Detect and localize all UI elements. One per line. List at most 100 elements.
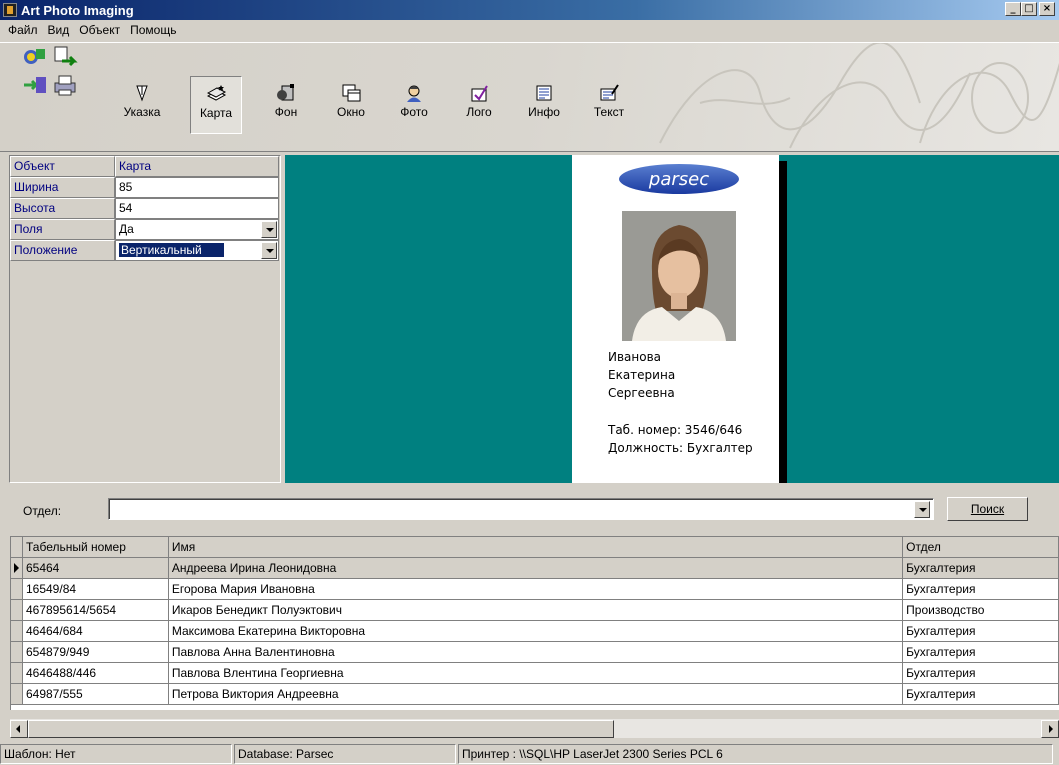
toolbar: Указка Карта Фон Окно Фото Лого Инфо Тек…: [0, 42, 1059, 152]
menu-view[interactable]: Вид: [48, 23, 70, 37]
row-indicator-header: [11, 537, 23, 558]
export-icon[interactable]: [52, 45, 78, 69]
cell-tab-number[interactable]: 467895614/5654: [22, 600, 169, 621]
title-bar: Art Photo Imaging _ □ ×: [0, 0, 1059, 20]
column-header-department[interactable]: Отдел: [903, 537, 1059, 558]
cell-department[interactable]: Бухгалтерия: [903, 663, 1059, 684]
menu-help[interactable]: Помощь: [130, 23, 176, 37]
tool-info-button[interactable]: Инфо: [518, 76, 570, 134]
minimize-button[interactable]: _: [1005, 2, 1021, 16]
employee-photo[interactable]: [622, 211, 736, 341]
cell-name[interactable]: Павлова Анна Валентиновна: [168, 642, 904, 663]
orientation-select-value: Вертикальный: [119, 243, 224, 257]
design-canvas[interactable]: parsec Иванова Екатерина Сергеевна Таб. …: [285, 155, 1059, 483]
card-name-line-3: Сергеевна: [608, 386, 675, 400]
property-row-height: Высота 54: [10, 198, 280, 219]
photo-icon: [407, 85, 421, 102]
tool-background-button[interactable]: Фон: [260, 76, 312, 134]
table-row[interactable]: 46464/684 Максимова Екатерина Викторовна…: [11, 621, 1059, 642]
tool-photo-label: Фото: [400, 105, 428, 119]
window-icon: [342, 84, 361, 102]
parsec-logo[interactable]: parsec: [618, 162, 740, 196]
menu-object[interactable]: Объект: [79, 23, 120, 37]
import-icon[interactable]: [22, 73, 48, 97]
cell-tab-number[interactable]: 65464: [22, 558, 169, 579]
property-key: Поля: [10, 219, 115, 240]
table-row[interactable]: 64987/555 Петрова Виктория Андреевна Бух…: [11, 684, 1059, 705]
cell-department[interactable]: Бухгалтерия: [903, 684, 1059, 705]
print-icon[interactable]: [52, 73, 78, 97]
orientation-select[interactable]: Вертикальный: [115, 240, 279, 261]
status-database: Database: Parsec: [234, 744, 456, 764]
column-header-tab-number[interactable]: Табельный номер: [22, 537, 169, 558]
table-row[interactable]: 16549/84 Егорова Мария Ивановна Бухгалте…: [11, 579, 1059, 600]
scroll-left-icon[interactable]: [10, 720, 28, 738]
maximize-button[interactable]: □: [1021, 2, 1037, 16]
employees-table[interactable]: Табельный номер Имя Отдел 65464 Андреева…: [10, 536, 1059, 710]
table-row[interactable]: 65464 Андреева Ирина Леонидовна Бухгалте…: [11, 558, 1059, 579]
chevron-down-icon[interactable]: [261, 242, 277, 259]
cell-name[interactable]: Павлова Влентина Георгиевна: [168, 663, 904, 684]
column-header-name[interactable]: Имя: [168, 537, 904, 558]
cell-tab-number[interactable]: 64987/555: [22, 684, 169, 705]
scrollbar-thumb[interactable]: [28, 720, 614, 738]
background-icon: [277, 84, 294, 101]
logo-text: parsec: [648, 169, 709, 190]
height-field[interactable]: 54: [115, 198, 279, 219]
menu-file[interactable]: Файл: [8, 23, 38, 37]
card-shadow: [779, 161, 787, 483]
margins-select[interactable]: Да: [115, 219, 279, 240]
cell-tab-number[interactable]: 654879/949: [22, 642, 169, 663]
property-object-value: Карта: [115, 156, 279, 177]
chevron-down-icon[interactable]: [261, 221, 277, 238]
cell-tab-number[interactable]: 4646488/446: [22, 663, 169, 684]
cell-department[interactable]: Бухгалтерия: [903, 642, 1059, 663]
cell-department[interactable]: Бухгалтерия: [903, 621, 1059, 642]
status-printer: Принтер : \\SQL\HP LaserJet 2300 Series …: [458, 744, 1053, 764]
cell-name[interactable]: Петрова Виктория Андреевна: [168, 684, 904, 705]
tool-text-button[interactable]: Текст: [583, 76, 635, 134]
tool-pointer-label: Указка: [123, 105, 161, 119]
table-row[interactable]: 4646488/446 Павлова Влентина Георгиевна …: [11, 663, 1059, 684]
cell-name[interactable]: Максимова Екатерина Викторовна: [168, 621, 904, 642]
search-button[interactable]: Поиск: [947, 497, 1028, 521]
tool-card-button[interactable]: Карта: [190, 76, 242, 134]
table-header: Табельный номер Имя Отдел: [11, 537, 1059, 558]
menu-bar: Файл Вид Объект Помощь: [0, 20, 1059, 40]
chevron-down-icon[interactable]: [914, 501, 930, 518]
department-select[interactable]: [108, 498, 934, 520]
scroll-right-icon[interactable]: [1041, 720, 1059, 738]
row-indicator: [11, 642, 23, 663]
table-row[interactable]: 467895614/5654 Икаров Бенедикт Полуэктов…: [11, 600, 1059, 621]
width-field[interactable]: 85: [115, 177, 279, 198]
cell-tab-number[interactable]: 16549/84: [22, 579, 169, 600]
id-card-preview[interactable]: parsec Иванова Екатерина Сергеевна Таб. …: [572, 155, 787, 483]
tool-pointer-button[interactable]: Указка: [116, 76, 168, 134]
cell-tab-number[interactable]: 46464/684: [22, 621, 169, 642]
tool-window-label: Окно: [337, 105, 365, 119]
cell-department[interactable]: Бухгалтерия: [903, 579, 1059, 600]
row-indicator: [11, 579, 23, 600]
close-button[interactable]: ×: [1039, 2, 1055, 16]
cell-name[interactable]: Икаров Бенедикт Полуэктович: [168, 600, 904, 621]
cell-department[interactable]: Бухгалтерия: [903, 558, 1059, 579]
properties-panel: Объект Карта Ширина 85 Высота 54 Поля Да…: [9, 155, 281, 483]
tool-logo-button[interactable]: Лого: [453, 76, 505, 134]
row-indicator: [11, 600, 23, 621]
background-ornament: [659, 43, 1059, 149]
cell-department[interactable]: Производство: [903, 600, 1059, 621]
text-icon: [600, 84, 619, 101]
horizontal-scrollbar[interactable]: [10, 718, 1059, 738]
row-indicator: [11, 663, 23, 684]
cell-name[interactable]: Егорова Мария Ивановна: [168, 579, 904, 600]
property-row-orientation: Положение Вертикальный: [10, 240, 280, 261]
window-title: Art Photo Imaging: [21, 2, 134, 18]
tool-card-label: Карта: [199, 106, 233, 120]
department-filter: Отдел: Поиск: [0, 484, 1059, 534]
tool-window-button[interactable]: Окно: [325, 76, 377, 134]
tool-photo-button[interactable]: Фото: [388, 76, 440, 134]
wizard-icon[interactable]: [22, 45, 48, 69]
row-indicator: [11, 621, 23, 642]
cell-name[interactable]: Андреева Ирина Леонидовна: [168, 558, 904, 579]
table-row[interactable]: 654879/949 Павлова Анна Валентиновна Бух…: [11, 642, 1059, 663]
